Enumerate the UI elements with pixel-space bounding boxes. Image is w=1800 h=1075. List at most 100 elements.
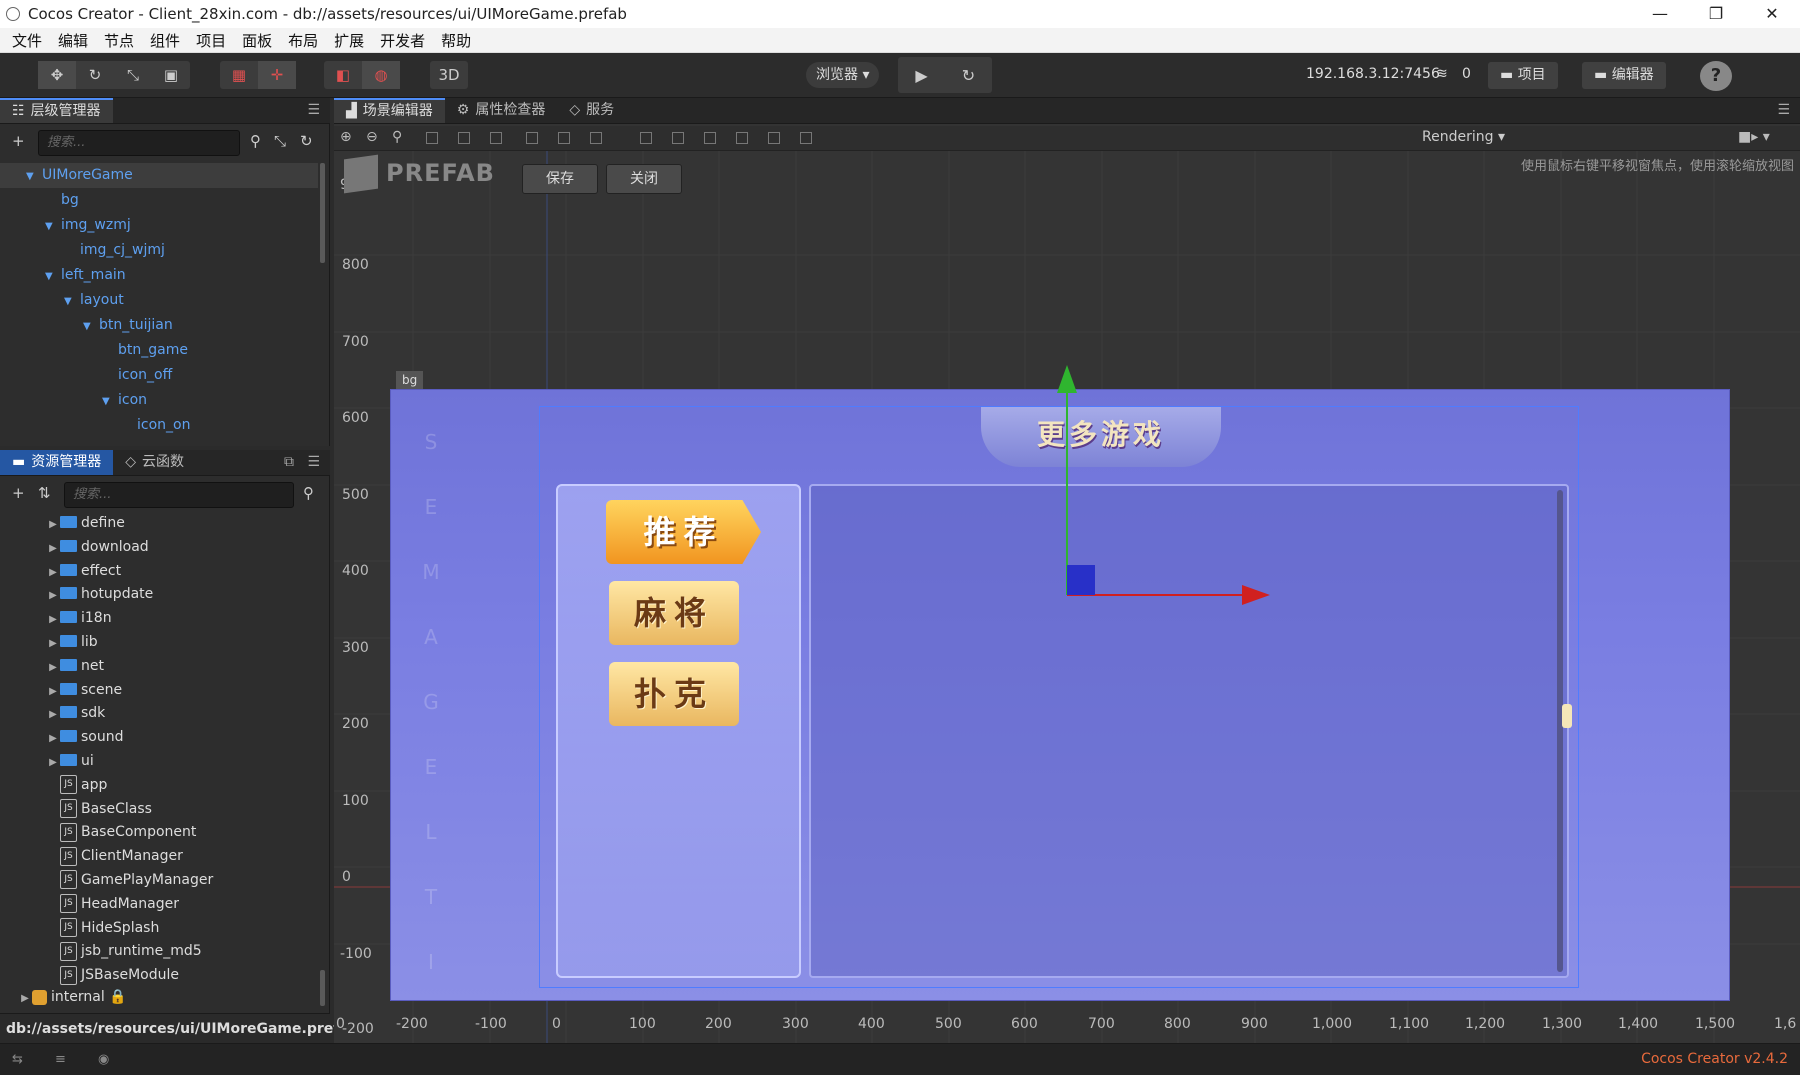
- open-editor-button[interactable]: ▬ 编辑器: [1582, 62, 1666, 89]
- asset-script[interactable]: JS HeadManager: [0, 893, 318, 917]
- tab-hierarchy[interactable]: ☷ 层级管理器: [0, 98, 113, 123]
- asset-folder[interactable]: ▶ sound: [0, 726, 318, 750]
- asset-script[interactable]: JS app: [0, 774, 318, 798]
- sort-icon[interactable]: ⇅: [38, 484, 51, 502]
- mode-3d-button[interactable]: 3D: [430, 61, 468, 89]
- browser-select[interactable]: 浏览器 ▾: [806, 62, 880, 88]
- asset-script[interactable]: JS HideSplash: [0, 917, 318, 941]
- game-list-scrollbar[interactable]: [1557, 490, 1563, 972]
- distribute-vcenter-icon[interactable]: [672, 132, 684, 144]
- asset-script[interactable]: JS ClientManager: [0, 845, 318, 869]
- menu-extension[interactable]: 扩展: [334, 30, 364, 51]
- asset-folder[interactable]: ▶ net: [0, 655, 318, 679]
- asset-folder[interactable]: ▶ scene: [0, 679, 318, 703]
- popout-icon[interactable]: ⧉: [284, 454, 294, 470]
- hierarchy-node[interactable]: icon_on: [0, 413, 318, 438]
- asset-script[interactable]: JS BaseComponent: [0, 821, 318, 845]
- hierarchy-node[interactable]: bg: [0, 188, 318, 213]
- asset-folder[interactable]: ▶ effect: [0, 560, 318, 584]
- menu-file[interactable]: 文件: [12, 30, 42, 51]
- expand-icon[interactable]: ▶: [46, 703, 60, 727]
- open-project-button[interactable]: ▬ 项目: [1488, 62, 1558, 89]
- close-window-button[interactable]: ✕: [1744, 0, 1800, 28]
- game-list-scroll-thumb[interactable]: [1562, 704, 1572, 728]
- expand-icon[interactable]: ▶: [46, 656, 60, 680]
- hierarchy-node[interactable]: ▼ UIMoreGame: [0, 163, 318, 188]
- collapse-icon[interactable]: ⤡: [274, 132, 286, 150]
- menu-node[interactable]: 节点: [104, 30, 134, 51]
- asset-folder[interactable]: ▶ sdk: [0, 702, 318, 726]
- zoom-reset-icon[interactable]: ⚲: [392, 129, 402, 145]
- close-prefab-button[interactable]: 关闭: [606, 164, 682, 194]
- panel-menu-icon[interactable]: ☰: [1777, 102, 1790, 118]
- hierarchy-node[interactable]: img_cj_wjmj: [0, 238, 318, 263]
- tab-services[interactable]: ◇ 服务: [557, 98, 626, 123]
- rect-tool-icon[interactable]: ▣: [152, 61, 190, 89]
- align-left-icon[interactable]: [526, 132, 538, 144]
- expand-icon[interactable]: ▶: [46, 727, 60, 751]
- align-top-icon[interactable]: [426, 132, 438, 144]
- recommend-button[interactable]: 推荐: [606, 500, 761, 564]
- expand-triangle-icon[interactable]: ▼: [45, 264, 57, 289]
- expand-icon[interactable]: ▶: [18, 987, 32, 1011]
- tab-scene-editor[interactable]: ▟ 场景编辑器: [334, 98, 445, 123]
- distribute-hcenter-icon[interactable]: [768, 132, 780, 144]
- align-hcenter-icon[interactable]: [558, 132, 570, 144]
- rotate-tool-icon[interactable]: ↻: [76, 61, 114, 89]
- tab-cloud-functions[interactable]: ◇ 云函数: [113, 450, 196, 475]
- search-icon[interactable]: ⚲: [250, 132, 261, 150]
- expand-icon[interactable]: ▶: [46, 584, 60, 608]
- grid-icon[interactable]: ◍: [362, 61, 400, 89]
- search-icon[interactable]: ⚲: [303, 484, 314, 502]
- camera-icon[interactable]: ■▸ ▾: [1738, 129, 1770, 145]
- expand-triangle-icon[interactable]: ▼: [102, 389, 114, 414]
- assets-scrollbar[interactable]: [320, 970, 325, 1006]
- menu-edit[interactable]: 编辑: [58, 30, 88, 51]
- scene-viewport[interactable]: 900 800 700 600 500 400 300 200 100 0 -1…: [334, 151, 1800, 1043]
- menu-project[interactable]: 项目: [196, 30, 226, 51]
- asset-folder[interactable]: ▶ define: [0, 512, 318, 536]
- menu-developer[interactable]: 开发者: [380, 30, 425, 51]
- pivot-icon[interactable]: ▦: [220, 61, 258, 89]
- expand-triangle-icon[interactable]: ▼: [83, 314, 95, 339]
- distribute-top-icon[interactable]: [640, 132, 652, 144]
- zoom-out-icon[interactable]: ⊖: [366, 129, 378, 145]
- hierarchy-node[interactable]: ▼ layout: [0, 288, 318, 313]
- expand-icon[interactable]: ▶: [46, 561, 60, 585]
- zoom-in-icon[interactable]: ⊕: [340, 129, 352, 145]
- hierarchy-scrollbar[interactable]: [320, 163, 325, 263]
- distribute-right-icon[interactable]: [800, 132, 812, 144]
- scale-tool-icon[interactable]: ⤡: [114, 61, 152, 89]
- add-asset-icon[interactable]: +: [12, 484, 25, 502]
- tab-inspector[interactable]: ⚙ 属性检查器: [445, 98, 558, 123]
- asset-script[interactable]: JS JSBaseModule: [0, 964, 318, 988]
- hierarchy-node[interactable]: icon_off: [0, 363, 318, 388]
- hierarchy-node[interactable]: ▼ icon: [0, 388, 318, 413]
- poker-button[interactable]: 扑克: [609, 662, 739, 726]
- expand-triangle-icon[interactable]: ▼: [26, 164, 38, 189]
- global-icon[interactable]: ✛: [258, 61, 296, 89]
- panel-menu-icon[interactable]: ☰: [307, 102, 320, 118]
- menu-panel[interactable]: 面板: [242, 30, 272, 51]
- hierarchy-node[interactable]: ▼ left_main: [0, 263, 318, 288]
- expand-icon[interactable]: ▶: [46, 632, 60, 656]
- expand-icon[interactable]: ▶: [46, 537, 60, 561]
- align-bottom-icon[interactable]: [490, 132, 502, 144]
- mahjong-button[interactable]: 麻将: [609, 581, 739, 645]
- expand-triangle-icon[interactable]: ▼: [64, 289, 76, 314]
- menu-help[interactable]: 帮助: [441, 30, 471, 51]
- asset-folder[interactable]: ▶ download: [0, 536, 318, 560]
- panel-menu-icon[interactable]: ☰: [307, 454, 320, 470]
- internal-db[interactable]: ▶ internal 🔒: [18, 986, 126, 1011]
- asset-folder[interactable]: ▶ lib: [0, 631, 318, 655]
- expand-icon[interactable]: ▶: [46, 751, 60, 775]
- save-prefab-button[interactable]: 保存: [522, 164, 598, 194]
- snap-icon[interactable]: ◧: [324, 61, 362, 89]
- hierarchy-node[interactable]: btn_game: [0, 338, 318, 363]
- play-icon[interactable]: ▶: [898, 66, 945, 85]
- restore-button[interactable]: ❐: [1688, 0, 1744, 28]
- menu-component[interactable]: 组件: [150, 30, 180, 51]
- asset-folder[interactable]: ▶ ui: [0, 750, 318, 774]
- hierarchy-node[interactable]: ▼ img_wzmj: [0, 213, 318, 238]
- hierarchy-node[interactable]: ▼ btn_tuijian: [0, 313, 318, 338]
